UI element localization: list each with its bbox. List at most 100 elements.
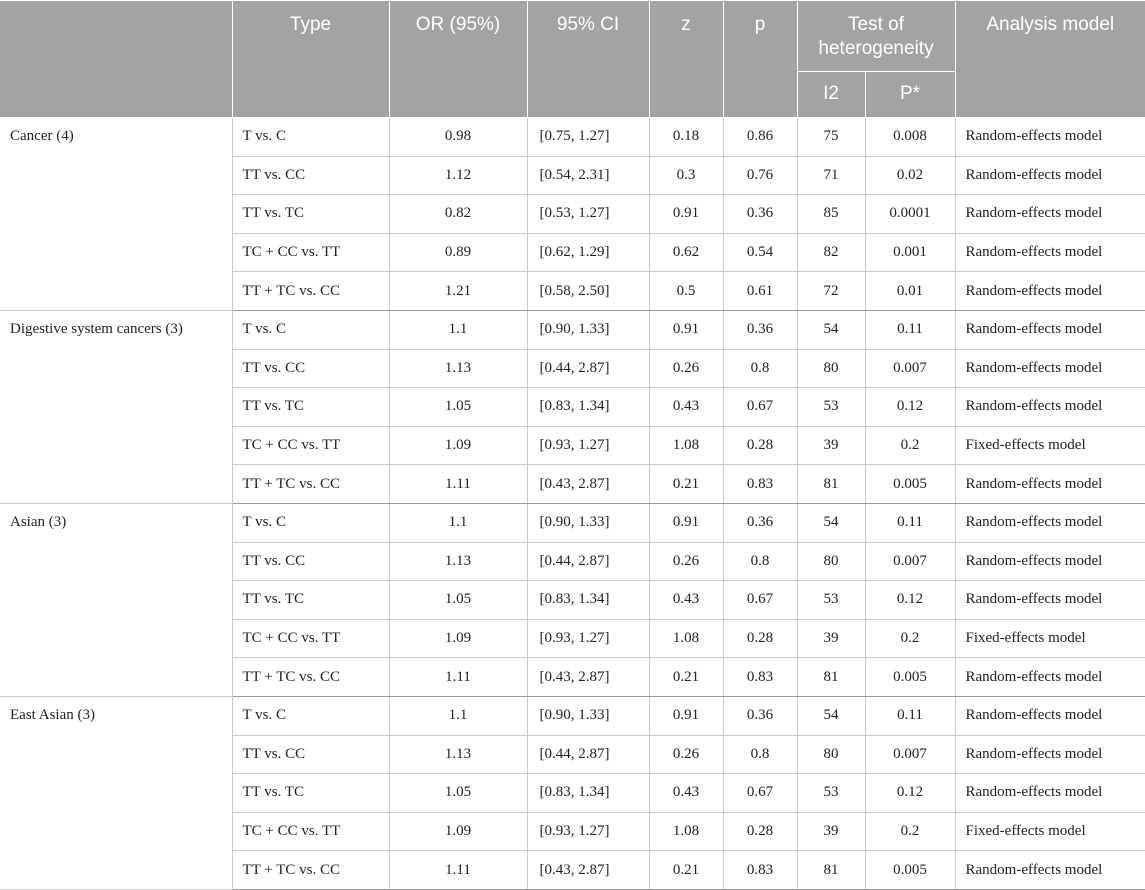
cell-ci: [0.93, 1.27] [526,618,650,659]
cell-type: TC + CC vs. TT [231,618,390,659]
cell-i2: 39 [796,618,866,659]
cell-type: TT vs. CC [231,155,390,196]
cell-or: 1.1 [388,502,528,543]
table-row: Cancer (4) T vs. C 0.98 [0.75, 1.27] 0.18 0.8… [0,117,1145,311]
group-label: Asian (3) [0,502,233,697]
cell-i2: 80 [796,348,866,389]
cell-model: Random-effects model [954,850,1145,890]
cell-p: 0.36 [722,695,798,736]
cell-or: 1.05 [388,773,528,813]
cell-model: Random-effects model [954,695,1145,736]
cell-type: T vs. C [231,309,390,350]
cell-model: Random-effects model [954,387,1145,427]
cell-z: 0.62 [648,232,724,273]
group-label: East Asian (3) [0,695,233,890]
header-or: OR (95%) [388,0,528,118]
cell-model: Fixed-effects model [954,811,1145,852]
cell-z: 0.43 [648,580,724,620]
cell-or: 1.21 [388,271,528,311]
cell-i2: 82 [796,232,866,273]
cell-i2: 80 [796,541,866,582]
cell-type: TT vs. TC [231,387,390,427]
cell-or: 1.13 [388,541,528,582]
cell-p: 0.36 [722,309,798,350]
cell-model: Random-effects model [954,155,1145,196]
cell-p: 0.28 [722,618,798,659]
cell-p: 0.67 [722,773,798,813]
table-row: Asian (3) T vs. C 1.1 [0.90, 1.33] 0.91 0.36 5… [0,502,1145,697]
cell-type: TT + TC vs. CC [231,850,390,890]
cell-model: Fixed-effects model [954,618,1145,659]
header-ci: 95% CI [526,0,650,118]
cell-or: 1.09 [388,618,528,659]
cell-i2: 71 [796,155,866,196]
cell-ci: [0.43, 2.87] [526,657,650,697]
cell-or: 0.98 [388,117,528,157]
cell-type: TT vs. TC [231,580,390,620]
group-label: Digestive system cancers (3) [0,309,233,504]
cell-p: 0.83 [722,850,798,890]
cell-pstar: 0.12 [864,773,956,813]
cell-p: 0.83 [722,657,798,697]
cell-p: 0.8 [722,348,798,389]
header-type: Type [231,0,390,118]
cell-model: Random-effects model [954,309,1145,350]
cell-model: Random-effects model [954,348,1145,389]
cell-i2: 54 [796,695,866,736]
cell-ci: [0.62, 1.29] [526,232,650,273]
cell-z: 1.08 [648,811,724,852]
cell-or: 1.1 [388,309,528,350]
table-body: Cancer (4) T vs. C 0.98 [0.75, 1.27] 0.18 0.8… [0,117,1145,890]
cell-pstar: 0.11 [864,309,956,350]
cell-model: Random-effects model [954,657,1145,697]
cell-i2: 54 [796,502,866,543]
cell-pstar: 0.2 [864,618,956,659]
cell-z: 1.08 [648,618,724,659]
table-row: Digestive system cancers (3) T vs. C 1.1 [0… [0,309,1145,504]
cell-ci: [0.83, 1.34] [526,387,650,427]
cell-type: TT vs. TC [231,773,390,813]
header-z: z [648,0,724,118]
cell-i2: 54 [796,309,866,350]
cell-z: 0.21 [648,850,724,890]
cell-or: 1.09 [388,425,528,466]
cell-pstar: 0.2 [864,425,956,466]
cell-pstar: 0.007 [864,541,956,582]
cell-pstar: 0.11 [864,695,956,736]
cell-or: 1.05 [388,387,528,427]
cell-or: 1.11 [388,464,528,504]
group-label: Cancer (4) [0,117,233,311]
cell-p: 0.8 [722,541,798,582]
cell-z: 1.08 [648,425,724,466]
cell-pstar: 0.02 [864,155,956,196]
cell-z: 0.43 [648,387,724,427]
cell-z: 0.43 [648,773,724,813]
header-group [0,0,233,118]
cell-model: Random-effects model [954,232,1145,273]
cell-pstar: 0.11 [864,502,956,543]
meta-analysis-table: Type OR (95%) 95% CI z p Test of heterog… [0,0,1145,890]
cell-p: 0.67 [722,580,798,620]
header-heterogeneity: Test of heterogeneity [796,0,956,72]
cell-z: 0.26 [648,348,724,389]
cell-ci: [0.43, 2.87] [526,850,650,890]
cell-ci: [0.44, 2.87] [526,541,650,582]
cell-or: 0.82 [388,194,528,234]
cell-pstar: 0.0001 [864,194,956,234]
cell-z: 0.26 [648,541,724,582]
cell-i2: 75 [796,117,866,157]
cell-z: 0.21 [648,464,724,504]
cell-i2: 39 [796,811,866,852]
cell-i2: 81 [796,657,866,697]
cell-model: Fixed-effects model [954,425,1145,466]
cell-or: 0.89 [388,232,528,273]
cell-z: 0.26 [648,734,724,775]
cell-type: TC + CC vs. TT [231,425,390,466]
cell-ci: [0.93, 1.27] [526,811,650,852]
cell-ci: [0.90, 1.33] [526,695,650,736]
cell-pstar: 0.008 [864,117,956,157]
cell-pstar: 0.007 [864,734,956,775]
cell-type: T vs. C [231,695,390,736]
cell-ci: [0.43, 2.87] [526,464,650,504]
cell-z: 0.3 [648,155,724,196]
